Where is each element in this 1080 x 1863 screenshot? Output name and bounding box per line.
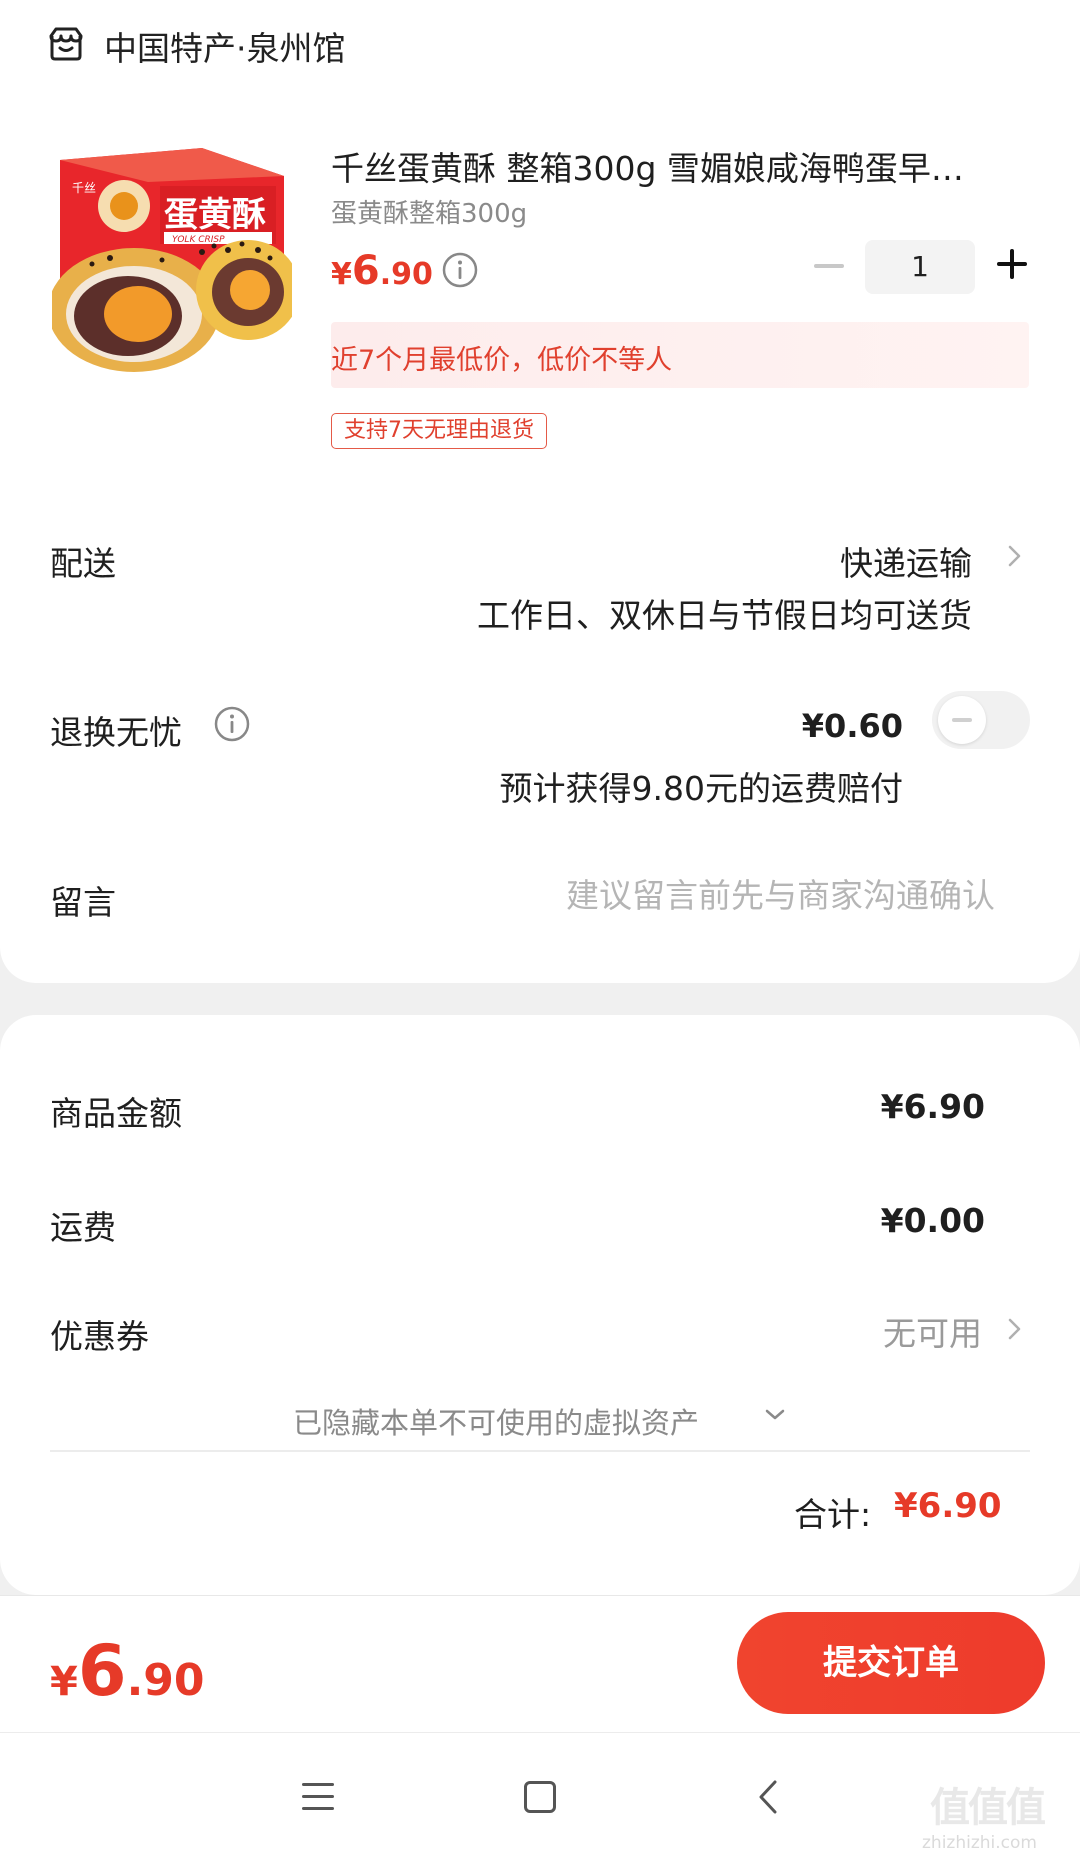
- checkout-price: ¥6.90: [50, 1630, 205, 1712]
- product-title[interactable]: 千丝蛋黄酥 整箱300g 雪媚娘咸海鸭蛋早…: [331, 142, 1021, 190]
- hidden-assets-note[interactable]: 已隐藏本单不可使用的虚拟资产: [293, 1400, 699, 1442]
- summary-divider: [50, 1450, 1030, 1452]
- goods-amount-label: 商品金额: [50, 1094, 182, 1133]
- return-policy-badge: 支持7天无理由退货: [331, 413, 547, 449]
- coupon-label: 优惠券: [50, 1317, 149, 1356]
- submit-order-button[interactable]: 提交订单: [737, 1612, 1045, 1714]
- price-symbol: ¥: [331, 257, 352, 292]
- shop-icon: [49, 27, 83, 61]
- total-value: ¥6.90: [894, 1486, 1002, 1526]
- home-icon[interactable]: [524, 1781, 556, 1813]
- price-decimal: .90: [379, 257, 433, 292]
- message-input[interactable]: [395, 876, 995, 915]
- watermark-logo: 值值值: [930, 1785, 1046, 1831]
- message-label: 留言: [50, 883, 116, 922]
- shipping-fee-label: 运费: [50, 1208, 116, 1247]
- brand-logo-text: 千丝: [72, 181, 96, 195]
- checkout-price-integer: 6: [77, 1630, 127, 1712]
- product-image[interactable]: 蛋黄酥 YOLK CRISP 千丝: [52, 140, 292, 380]
- return-insurance-label: 退换无忧: [50, 713, 182, 752]
- price-integer: 6: [351, 248, 380, 294]
- checkout-price-symbol: ¥: [50, 1659, 78, 1705]
- delivery-note: 工作日、双休日与节假日均可送货: [477, 596, 972, 635]
- chevron-down-icon[interactable]: [764, 1408, 786, 1422]
- promo-text: 近7个月最低价，低价不等人: [331, 345, 673, 376]
- box-title-text: 蛋黄酥: [164, 195, 266, 235]
- compensation-note: 预计获得9.80元的运费赔付: [499, 769, 903, 808]
- watermark-url: zhizhizhi.com: [922, 1833, 1037, 1853]
- product-spec[interactable]: 蛋黄酥整箱300g: [331, 193, 527, 230]
- return-info-icon[interactable]: [213, 705, 251, 743]
- chevron-right-icon[interactable]: [1003, 1318, 1025, 1340]
- toggle-knob[interactable]: [938, 696, 986, 744]
- delivery-method[interactable]: 快递运输: [840, 537, 972, 585]
- box-subtitle-text: YOLK CRISP: [172, 235, 225, 245]
- shop-name[interactable]: 中国特产·泉州馆: [104, 22, 346, 70]
- price-info-icon[interactable]: [441, 251, 479, 289]
- product-price: ¥6.90: [331, 248, 433, 294]
- shipping-fee-value: ¥0.00: [880, 1201, 985, 1240]
- checkout-price-decimal: .90: [126, 1655, 205, 1706]
- menu-icon[interactable]: [302, 1783, 334, 1811]
- quantity-decrease-button[interactable]: [814, 264, 844, 268]
- delivery-label: 配送: [50, 544, 116, 583]
- total-label: 合计:: [794, 1495, 872, 1534]
- quantity-field[interactable]: 1: [865, 240, 975, 294]
- goods-amount-value: ¥6.90: [880, 1087, 985, 1126]
- coupon-value[interactable]: 无可用: [883, 1307, 982, 1355]
- quantity-increase-button[interactable]: [997, 249, 1027, 279]
- back-icon[interactable]: [757, 1779, 779, 1815]
- return-insurance-price: ¥0.60: [801, 707, 903, 745]
- chevron-right-icon[interactable]: [1003, 545, 1025, 567]
